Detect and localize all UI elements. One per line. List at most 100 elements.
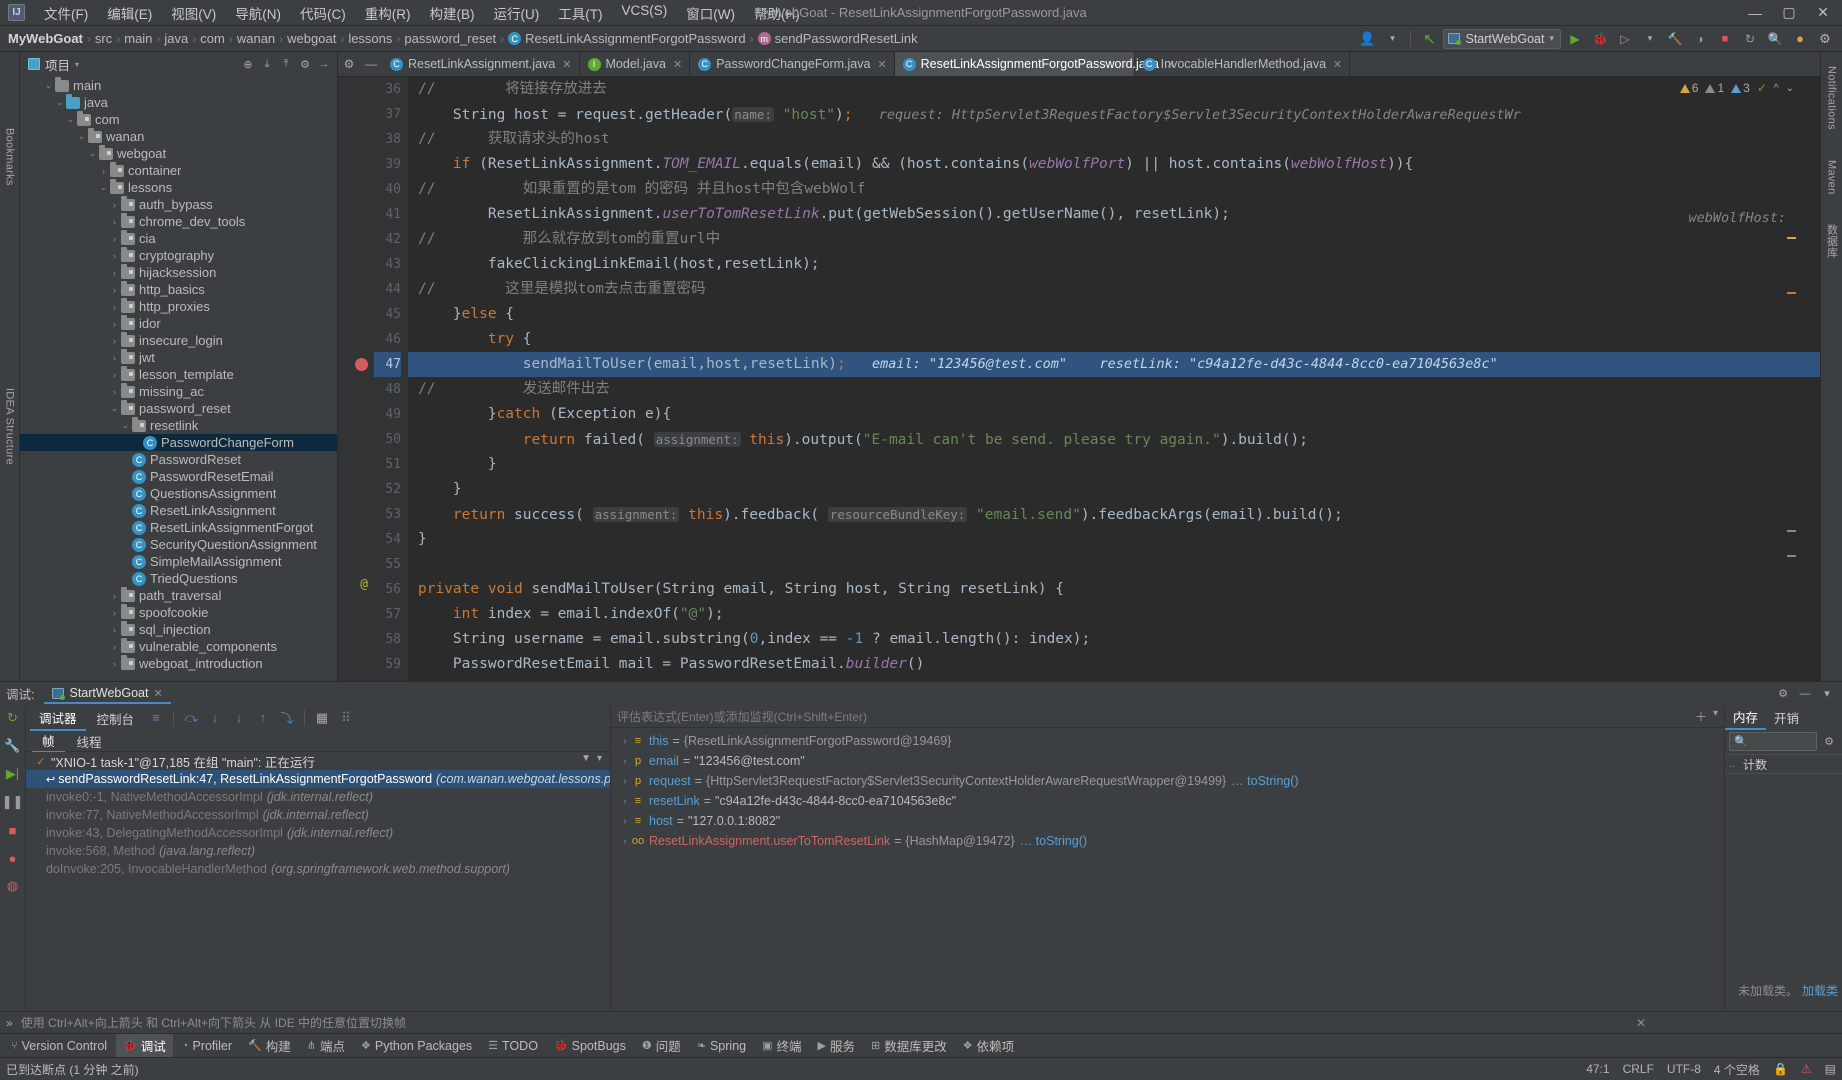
menu-item-5[interactable]: 重构(R) — [356, 0, 420, 26]
memory-load-classes-link[interactable]: 加载类 — [1802, 982, 1838, 999]
evaluate-expression-bar[interactable]: 评估表达式(Enter)或添加监视(Ctrl+Shift+Enter) ＋ ▾ — [611, 705, 1724, 728]
chevron-down-icon[interactable]: ⌄ — [119, 420, 132, 431]
variable-row-email[interactable]: › p email = "123456@test.com" — [611, 751, 1724, 771]
variable-row-host[interactable]: › ≡ host = "127.0.0.1:8082" — [611, 811, 1724, 831]
code-line-43[interactable]: fakeClickingLinkEmail(host,resetLink); — [408, 252, 1820, 277]
chevron-right-icon[interactable]: › — [108, 217, 121, 227]
debug-session-tab[interactable]: StartWebGoat ✕ — [44, 683, 171, 704]
tree-node-java[interactable]: ⌄ java — [20, 93, 337, 111]
filter-caret-icon[interactable]: ▾ — [597, 753, 602, 764]
tab-settings-icon[interactable]: ⚙ — [338, 52, 360, 76]
minimize-button[interactable]: — — [1738, 0, 1772, 25]
variable-row-request[interactable]: › p request = {HttpServlet3RequestFactory$Se… — [611, 771, 1724, 791]
expand-arrow-icon[interactable]: › — [619, 736, 631, 746]
run-to-cursor-icon[interactable]: ⤵ — [276, 708, 298, 728]
menu-item-11[interactable]: 帮助(H) — [745, 0, 809, 26]
code-line-59[interactable]: PasswordResetEmail mail = PasswordResetE… — [408, 652, 1820, 677]
code-line-38[interactable]: // 获取请求头的host — [408, 127, 1820, 152]
tool-window-TODO[interactable]: ☰ TODO — [481, 1036, 545, 1056]
profiler-caret-icon[interactable]: ▾ — [1639, 29, 1661, 49]
stop-button[interactable]: ■ — [1714, 29, 1736, 49]
tool-window-服务[interactable]: ▶ 服务 — [811, 1034, 862, 1057]
variables-list[interactable]: › ≡ this = {ResetLinkAssignmentForgotPasswor… — [611, 728, 1724, 1011]
breadcrumb-item-5[interactable]: wanan — [237, 31, 275, 46]
build-project-button[interactable]: ◑ — [1689, 29, 1711, 49]
maximize-button[interactable]: ▢ — [1772, 0, 1806, 25]
tree-node-http_proxies[interactable]: › http_proxies — [20, 297, 337, 315]
code-content[interactable]: // 将链接存放进去 String host = request.getHead… — [408, 77, 1820, 681]
close-tab-icon[interactable]: ✕ — [673, 58, 682, 71]
editor-tab-2[interactable]: C PasswordChangeForm.java ✕ — [690, 52, 895, 76]
next-problem-icon[interactable]: ⌄ — [1786, 83, 1794, 94]
code-line-44[interactable]: // 这里是模拟tom去点击重置密码 — [408, 277, 1820, 302]
tree-node-spoofcookie[interactable]: › spoofcookie — [20, 603, 337, 621]
chevron-down-icon[interactable]: ⌄ — [64, 114, 77, 125]
chevron-right-icon[interactable]: › — [108, 659, 121, 669]
tree-node-cia[interactable]: › cia — [20, 229, 337, 247]
tree-node-lessons[interactable]: ⌄ lessons — [20, 178, 337, 196]
close-tab-icon[interactable]: ✕ — [562, 58, 571, 71]
chevron-right-icon[interactable]: › — [108, 642, 121, 652]
tree-node-webgoat[interactable]: ⌄ webgoat — [20, 144, 337, 162]
chevron-down-icon[interactable]: ⌄ — [108, 403, 121, 414]
frames-filter-controls[interactable]: ▼ ▾ — [581, 753, 602, 764]
menu-item-1[interactable]: 编辑(E) — [98, 0, 161, 26]
chevron-right-icon[interactable]: › — [108, 200, 121, 210]
run-with-coverage-button[interactable]: ▷ — [1614, 29, 1636, 49]
tree-node-wanan[interactable]: ⌄ wanan — [20, 127, 337, 145]
tree-node-path_traversal[interactable]: › path_traversal — [20, 586, 337, 604]
editor-tab-1[interactable]: I Model.java ✕ — [580, 52, 691, 76]
debug-hide-icon[interactable]: ▾ — [1818, 685, 1836, 703]
tree-node-jwt[interactable]: › jwt — [20, 348, 337, 366]
layout-icon[interactable]: ▤ — [1825, 1062, 1836, 1076]
search-everywhere-icon[interactable]: 🔍 — [1764, 29, 1786, 49]
code-line-47[interactable]: sendMailToUser(email,host,resetLink); em… — [408, 352, 1820, 377]
frame-tab-0[interactable]: 帧 — [32, 729, 65, 753]
chevron-right-icon[interactable]: › — [108, 591, 121, 601]
chevron-down-icon[interactable]: ⌄ — [97, 182, 110, 193]
code-line-49[interactable]: }catch (Exception e){ — [408, 402, 1820, 427]
chevron-right-icon[interactable]: › — [108, 353, 121, 363]
menu-item-10[interactable]: 窗口(W) — [677, 0, 744, 26]
tip-close-icon[interactable]: ✕ — [1636, 1016, 1836, 1030]
chevron-right-icon[interactable]: › — [108, 625, 121, 635]
tree-node-cryptography[interactable]: › cryptography — [20, 246, 337, 264]
inspection-widget[interactable]: 6 1 3 ✓ ^ ⌄ — [1673, 79, 1800, 97]
view-breakpoints-icon[interactable]: ● — [4, 849, 22, 867]
frame-tab-1[interactable]: 线程 — [67, 730, 112, 752]
project-settings-icon[interactable]: ⚙ — [296, 55, 314, 73]
code-line-53[interactable]: return success( assignment: this).feedba… — [408, 502, 1820, 527]
code-line-41[interactable]: ResetLinkAssignment.userToTomResetLink.p… — [408, 202, 1820, 227]
chevron-right-icon[interactable]: › — [108, 285, 121, 295]
chevron-right-icon[interactable]: › — [108, 319, 121, 329]
code-line-48[interactable]: // 发送邮件出去 — [408, 377, 1820, 402]
hide-panel-icon[interactable]: → — [315, 55, 333, 73]
tree-node-container[interactable]: › container — [20, 161, 337, 179]
variable-row-resetLink[interactable]: › ≡ resetLink = "c94a12fe-d43c-4844-8cc0-ea7… — [611, 791, 1724, 811]
tree-node-webgoat_introduction[interactable]: › webgoat_introduction — [20, 654, 337, 672]
tool-window-Python Packages[interactable]: ❖ Python Packages — [354, 1036, 479, 1056]
tree-node-lesson_template[interactable]: › lesson_template — [20, 365, 337, 383]
chevron-down-icon[interactable]: ⌄ — [86, 148, 99, 159]
lock-icon[interactable]: 🔒 — [1773, 1062, 1788, 1076]
mute-breakpoints-icon[interactable]: ◍ — [4, 877, 22, 895]
tool-window-Version Control[interactable]: ⑂ Version Control — [4, 1036, 114, 1056]
code-line-37[interactable]: String host = request.getHeader(name: "h… — [408, 102, 1820, 127]
rerun-icon[interactable]: ↻ — [4, 709, 22, 727]
memory-tab-1[interactable]: 开销 — [1766, 705, 1807, 729]
step-over-icon[interactable]: ⤼ — [180, 708, 202, 728]
stack-frame-0[interactable]: ↩ sendPasswordResetLink:47, ResetLinkAssi… — [26, 770, 610, 788]
tree-node-vulnerable_components[interactable]: › vulnerable_components — [20, 637, 337, 655]
tab-hide-icon[interactable]: — — [360, 52, 382, 76]
code-line-54[interactable]: } — [408, 527, 1820, 552]
editor-tab-4[interactable]: C InvocableHandlerMethod.java ✕ — [1135, 52, 1351, 76]
chevron-right-icon[interactable]: › — [108, 336, 121, 346]
stack-frame-2[interactable]: invoke:77, NativeMethodAccessorImpl (jdk.… — [26, 806, 610, 824]
chevron-right-icon[interactable]: › — [108, 251, 121, 261]
project-panel-title-button[interactable]: 项目 ▾ — [24, 53, 83, 76]
tool-window-SpotBugs[interactable]: 🐞 SpotBugs — [547, 1036, 633, 1056]
variable-tostring-link[interactable]: … toString() — [1020, 834, 1087, 848]
tree-node-SimpleMailAssignment[interactable]: ·C SimpleMailAssignment — [20, 553, 337, 570]
breadcrumb-item-0[interactable]: MyWebGoat — [8, 31, 83, 46]
debug-tab-1[interactable]: 控制台 — [88, 706, 144, 730]
